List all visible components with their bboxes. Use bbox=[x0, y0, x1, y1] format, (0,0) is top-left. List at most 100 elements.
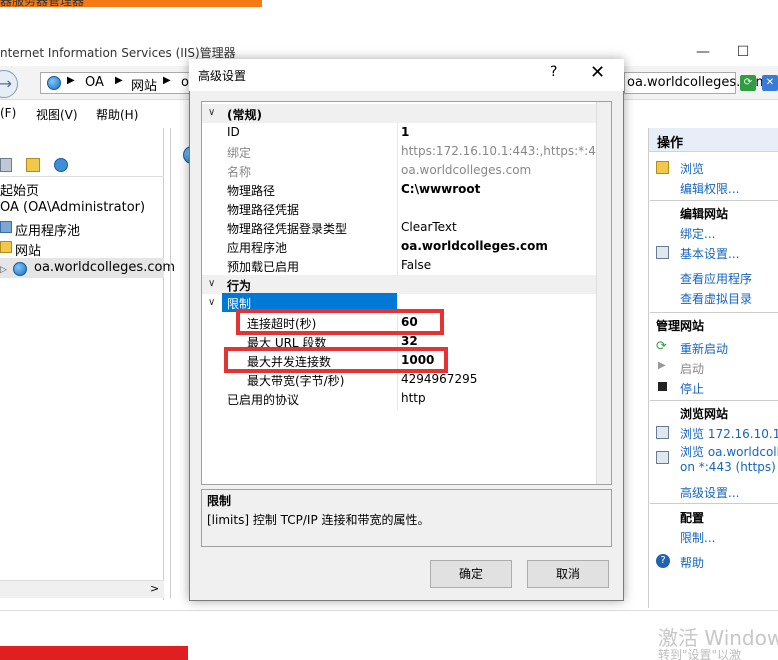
cancel-button[interactable]: 取消 bbox=[527, 560, 609, 588]
action-view-applications[interactable]: 查看应用程序 bbox=[680, 270, 752, 287]
breadcrumb-item-site[interactable]: o bbox=[181, 75, 189, 90]
sites-folder-icon bbox=[0, 241, 12, 253]
action-browse-host[interactable]: 浏览 oa.worldcoll bbox=[680, 443, 778, 460]
breadcrumb-item-sites[interactable]: 网站 bbox=[131, 75, 157, 94]
prop-name-name[interactable]: 名称 bbox=[227, 163, 251, 180]
collapse-chevron-icon[interactable]: ∨ bbox=[208, 297, 215, 308]
action-browse-ip[interactable]: 浏览 172.16.10.1:4 bbox=[680, 425, 778, 442]
tree-item-app-pools[interactable]: 应用程序池 bbox=[15, 220, 80, 239]
breadcrumb-sep: ▶ bbox=[163, 75, 171, 86]
divider bbox=[650, 200, 778, 201]
action-stop[interactable]: 停止 bbox=[680, 380, 704, 397]
dialog-close-icon[interactable]: ✕ bbox=[590, 62, 605, 83]
action-basic-settings[interactable]: 基本设置... bbox=[680, 245, 739, 262]
description-title: 限制 bbox=[207, 494, 232, 508]
dialog-help-icon[interactable]: ? bbox=[550, 64, 557, 80]
save-icon[interactable] bbox=[0, 158, 12, 172]
divider bbox=[650, 503, 778, 504]
stop-icon[interactable]: ✕ bbox=[762, 75, 778, 91]
breadcrumb[interactable]: ▶ OA ▶ 网站 ▶ o bbox=[40, 72, 200, 94]
category-general-label: (常规) bbox=[227, 108, 262, 122]
actions-header: 操作 bbox=[649, 128, 778, 152]
activation-watermark-hint: 转到"设置"以激 bbox=[658, 648, 742, 660]
menu-view[interactable]: 视图(V) bbox=[36, 106, 78, 123]
section-configure: 配置 bbox=[680, 511, 705, 525]
action-browse-host-https[interactable]: on *:443 (https) bbox=[680, 460, 776, 474]
stop-square-icon bbox=[658, 382, 667, 391]
property-grid-scrollbar[interactable] bbox=[596, 102, 611, 484]
divider bbox=[650, 400, 778, 401]
category-behavior[interactable] bbox=[202, 275, 596, 294]
prop-physical-path-value[interactable]: C:\wwwroot bbox=[401, 182, 596, 196]
action-restart[interactable]: 重新启动 bbox=[680, 340, 728, 357]
prop-id-name[interactable]: ID bbox=[227, 125, 240, 139]
prop-bindings-value[interactable]: https:172.16.10.1:443:,https:*:443:oa. bbox=[401, 144, 596, 158]
highlight-box-timeout bbox=[236, 309, 444, 335]
prop-enabled-protocols-name[interactable]: 已启用的协议 bbox=[227, 391, 299, 408]
action-help[interactable]: 帮助 bbox=[680, 554, 704, 571]
menu-file[interactable]: (F) bbox=[0, 106, 16, 120]
prop-logon-type-name[interactable]: 物理路径凭据登录类型 bbox=[227, 220, 347, 237]
site-globe-icon bbox=[13, 262, 27, 276]
tree-item-sites[interactable]: 网站 bbox=[15, 240, 41, 259]
prop-enabled-protocols-value[interactable]: http bbox=[401, 391, 596, 405]
action-start[interactable]: 启动 bbox=[680, 360, 704, 377]
browse-page-icon bbox=[656, 451, 669, 464]
prop-max-url-segments-value[interactable]: 32 bbox=[401, 334, 596, 348]
collapse-chevron-icon[interactable]: ∨ bbox=[208, 107, 215, 118]
server-manager-title: 器服务器管理器 bbox=[0, 0, 85, 8]
features-pane-edge bbox=[170, 128, 190, 598]
restart-icon: ⟳ bbox=[656, 339, 667, 354]
scroll-right-icon[interactable]: > bbox=[150, 582, 159, 595]
section-browse-site: 浏览网站 bbox=[680, 407, 729, 421]
category-behavior-label: 行为 bbox=[227, 279, 252, 293]
prop-preload-value[interactable]: False bbox=[401, 258, 596, 272]
breadcrumb-sep: ▶ bbox=[67, 75, 75, 86]
globe-icon bbox=[47, 76, 61, 90]
ok-button[interactable]: 确定 bbox=[430, 560, 512, 588]
connect-icon[interactable] bbox=[54, 158, 68, 172]
horizontal-scrollbar[interactable]: > bbox=[0, 580, 164, 598]
maximize-button[interactable]: ☐ bbox=[728, 40, 758, 64]
action-view-virtual-dirs[interactable]: 查看虚拟目录 bbox=[680, 290, 752, 307]
section-edit-site: 编辑网站 bbox=[680, 207, 729, 221]
action-advanced-settings[interactable]: 高级设置... bbox=[680, 484, 739, 501]
prop-app-pool-value[interactable]: oa.worldcolleges.com bbox=[401, 239, 596, 253]
tree-item-server[interactable]: OA (OA\Administrator) bbox=[0, 200, 145, 215]
prop-logon-type-value[interactable]: ClearText bbox=[401, 220, 596, 234]
browse-page-icon bbox=[656, 426, 669, 439]
prop-id-value[interactable]: 1 bbox=[401, 125, 596, 139]
divider bbox=[650, 312, 778, 313]
dialog-title: 高级设置 bbox=[198, 69, 247, 83]
basic-settings-icon bbox=[656, 246, 669, 259]
action-browse[interactable]: 浏览 bbox=[680, 160, 704, 177]
address-field[interactable]: oa.worldcolleges.com bbox=[624, 72, 768, 94]
collapse-chevron-icon[interactable]: ∨ bbox=[208, 278, 215, 289]
prop-app-pool-name[interactable]: 应用程序池 bbox=[227, 239, 287, 256]
folder-icon[interactable] bbox=[26, 158, 40, 172]
menu-help[interactable]: 帮助(H) bbox=[96, 106, 138, 123]
minimize-button[interactable]: — bbox=[688, 40, 718, 64]
action-bindings[interactable]: 绑定... bbox=[680, 225, 715, 242]
refresh-icon[interactable]: ⟳ bbox=[740, 75, 756, 91]
prop-name-value[interactable]: oa.worldcolleges.com bbox=[401, 163, 596, 177]
prop-preload-name[interactable]: 预加载已启用 bbox=[227, 258, 299, 275]
prop-max-bandwidth-name[interactable]: 最大带宽(字节/秒) bbox=[247, 372, 344, 389]
prop-physical-path-name[interactable]: 物理路径 bbox=[227, 182, 275, 199]
description-text: [limits] 控制 TCP/IP 连接和带宽的属性。 bbox=[207, 513, 430, 527]
app-pool-icon bbox=[0, 221, 12, 233]
tree-item-start[interactable]: 起始页 bbox=[0, 180, 39, 199]
breadcrumb-item-oa[interactable]: OA bbox=[85, 75, 104, 90]
action-limits[interactable]: 限制... bbox=[680, 529, 715, 546]
expand-chevron-icon[interactable]: ▷ bbox=[0, 265, 7, 275]
tree-item-site[interactable]: oa.worldcolleges.com bbox=[34, 260, 175, 275]
taskbar-red-strip bbox=[0, 646, 188, 660]
prop-path-credentials-name[interactable]: 物理路径凭据 bbox=[227, 201, 299, 218]
prop-bindings-name[interactable]: 绑定 bbox=[227, 144, 251, 161]
help-icon: ? bbox=[656, 554, 670, 568]
start-icon: ▶ bbox=[658, 360, 666, 371]
prop-max-bandwidth-value[interactable]: 4294967295 bbox=[401, 372, 596, 386]
action-edit-permissions[interactable]: 编辑权限... bbox=[680, 180, 739, 197]
highlight-box-max-connections bbox=[224, 347, 448, 373]
connections-toolbar bbox=[0, 155, 164, 177]
